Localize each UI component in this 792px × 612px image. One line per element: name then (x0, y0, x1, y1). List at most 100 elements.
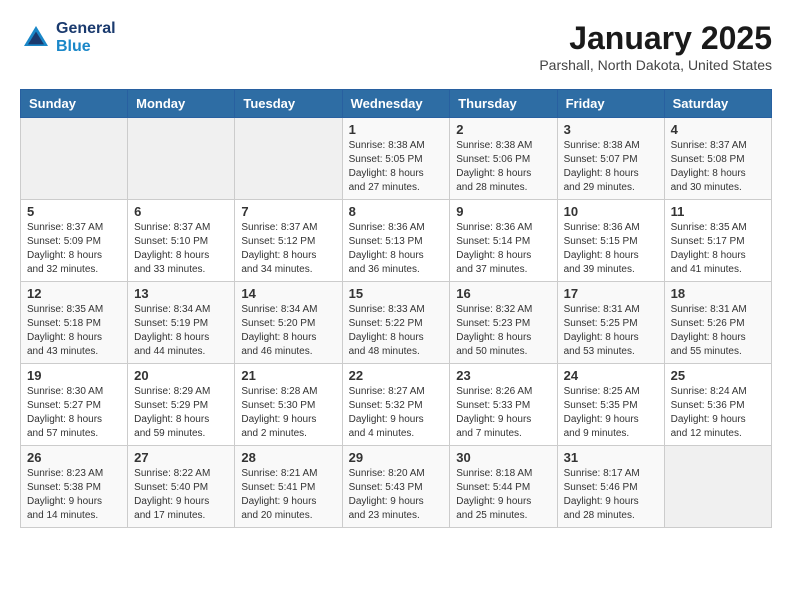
day-number: 20 (134, 368, 228, 383)
calendar-body: 1 Sunrise: 8:38 AM Sunset: 5:05 PM Daylig… (21, 118, 772, 528)
calendar-cell: 7Sunrise: 8:37 AM Sunset: 5:12 PM Daylig… (235, 200, 342, 282)
calendar-cell: 24 Sunrise: 8:25 AM Sunset: 5:35 PM Dayli… (557, 364, 664, 446)
cell-content: Sunrise: 8:37 AM Sunset: 5:08 PM Dayligh… (671, 139, 765, 195)
week-row-3: 12 Sunrise: 8:35 AM Sunset: 5:18 PM Dayli… (21, 282, 772, 364)
cell-content: Sunrise: 8:31 AM Sunset: 5:25 PM Dayligh… (564, 303, 658, 359)
page-header: General Blue January 2025 Parshall, Nort… (20, 20, 772, 73)
day-number: 4 (671, 122, 765, 137)
calendar-cell (21, 118, 128, 200)
day-number: 23 (456, 368, 550, 383)
calendar-cell: 20 Sunrise: 8:29 AM Sunset: 5:29 PM Dayli… (128, 364, 235, 446)
cell-content: Sunrise: 8:32 AM Sunset: 5:23 PM Dayligh… (456, 303, 550, 359)
day-header-tuesday: Tuesday (235, 90, 342, 118)
day-number: 3 (564, 122, 658, 137)
cell-content: Sunrise: 8:17 AM Sunset: 5:46 PM Dayligh… (564, 467, 658, 523)
calendar-cell: 22Sunrise: 8:27 AM Sunset: 5:32 PM Dayli… (342, 364, 450, 446)
cell-content: Sunrise: 8:35 AM Sunset: 5:18 PM Dayligh… (27, 303, 121, 359)
logo: General Blue (20, 20, 116, 56)
day-number: 31 (564, 450, 658, 465)
calendar-cell: 25 Sunrise: 8:24 AM Sunset: 5:36 PM Dayli… (664, 364, 771, 446)
cell-content: Sunrise: 8:34 AM Sunset: 5:20 PM Dayligh… (241, 303, 335, 359)
day-number: 2 (456, 122, 550, 137)
calendar-header: SundayMondayTuesdayWednesdayThursdayFrid… (21, 90, 772, 118)
day-number: 1 (349, 122, 444, 137)
logo-text-general: General (56, 20, 116, 38)
day-number: 15 (349, 286, 444, 301)
page-title: January 2025 (539, 20, 772, 57)
days-of-week-row: SundayMondayTuesdayWednesdayThursdayFrid… (21, 90, 772, 118)
calendar-cell: 30 Sunrise: 8:18 AM Sunset: 5:44 PM Dayli… (450, 446, 557, 528)
cell-content: Sunrise: 8:26 AM Sunset: 5:33 PM Dayligh… (456, 385, 550, 441)
calendar-cell: 19 Sunrise: 8:30 AM Sunset: 5:27 PM Dayli… (21, 364, 128, 446)
day-number: 24 (564, 368, 658, 383)
calendar-cell: 5Sunrise: 8:37 AM Sunset: 5:09 PM Daylig… (21, 200, 128, 282)
calendar-cell: 29 Sunrise: 8:20 AM Sunset: 5:43 PM Dayli… (342, 446, 450, 528)
day-number: 18 (671, 286, 765, 301)
cell-content: Sunrise: 8:21 AM Sunset: 5:41 PM Dayligh… (241, 467, 335, 523)
cell-content: Sunrise: 8:37 AM Sunset: 5:09 PM Dayligh… (27, 221, 121, 277)
cell-content: Sunrise: 8:27 AM Sunset: 5:32 PM Dayligh… (349, 385, 444, 441)
day-header-thursday: Thursday (450, 90, 557, 118)
calendar-cell: 10Sunrise: 8:36 AM Sunset: 5:15 PM Dayli… (557, 200, 664, 282)
day-number: 30 (456, 450, 550, 465)
cell-content: Sunrise: 8:18 AM Sunset: 5:44 PM Dayligh… (456, 467, 550, 523)
cell-content: Sunrise: 8:38 AM Sunset: 5:07 PM Dayligh… (564, 139, 658, 195)
logo-icon (20, 22, 52, 54)
day-number: 14 (241, 286, 335, 301)
calendar-cell: 4 Sunrise: 8:37 AM Sunset: 5:08 PM Daylig… (664, 118, 771, 200)
calendar-cell: 9 Sunrise: 8:36 AM Sunset: 5:14 PM Daylig… (450, 200, 557, 282)
cell-content: Sunrise: 8:38 AM Sunset: 5:05 PM Dayligh… (349, 139, 444, 195)
calendar-cell: 11Sunrise: 8:35 AM Sunset: 5:17 PM Dayli… (664, 200, 771, 282)
calendar-cell: 6 Sunrise: 8:37 AM Sunset: 5:10 PM Daylig… (128, 200, 235, 282)
cell-content: Sunrise: 8:24 AM Sunset: 5:36 PM Dayligh… (671, 385, 765, 441)
day-header-sunday: Sunday (21, 90, 128, 118)
cell-content: Sunrise: 8:20 AM Sunset: 5:43 PM Dayligh… (349, 467, 444, 523)
calendar-cell: 18 Sunrise: 8:31 AM Sunset: 5:26 PM Dayli… (664, 282, 771, 364)
calendar-cell: 28 Sunrise: 8:21 AM Sunset: 5:41 PM Dayli… (235, 446, 342, 528)
calendar-cell (664, 446, 771, 528)
day-header-wednesday: Wednesday (342, 90, 450, 118)
title-block: January 2025 Parshall, North Dakota, Uni… (539, 20, 772, 73)
day-number: 7 (241, 204, 335, 219)
day-number: 19 (27, 368, 121, 383)
week-row-1: 1 Sunrise: 8:38 AM Sunset: 5:05 PM Daylig… (21, 118, 772, 200)
day-number: 12 (27, 286, 121, 301)
day-number: 9 (456, 204, 550, 219)
calendar-cell: 12 Sunrise: 8:35 AM Sunset: 5:18 PM Dayli… (21, 282, 128, 364)
calendar-cell (128, 118, 235, 200)
day-number: 29 (349, 450, 444, 465)
day-number: 21 (241, 368, 335, 383)
calendar-table: SundayMondayTuesdayWednesdayThursdayFrid… (20, 89, 772, 528)
day-header-friday: Friday (557, 90, 664, 118)
day-header-saturday: Saturday (664, 90, 771, 118)
cell-content: Sunrise: 8:36 AM Sunset: 5:13 PM Dayligh… (349, 221, 444, 277)
calendar-cell: 31 Sunrise: 8:17 AM Sunset: 5:46 PM Dayli… (557, 446, 664, 528)
cell-content: Sunrise: 8:37 AM Sunset: 5:10 PM Dayligh… (134, 221, 228, 277)
day-number: 27 (134, 450, 228, 465)
cell-content: Sunrise: 8:36 AM Sunset: 5:15 PM Dayligh… (564, 221, 658, 277)
calendar-cell: 16Sunrise: 8:32 AM Sunset: 5:23 PM Dayli… (450, 282, 557, 364)
week-row-4: 19 Sunrise: 8:30 AM Sunset: 5:27 PM Dayli… (21, 364, 772, 446)
cell-content: Sunrise: 8:29 AM Sunset: 5:29 PM Dayligh… (134, 385, 228, 441)
calendar-cell: 2Sunrise: 8:38 AM Sunset: 5:06 PM Daylig… (450, 118, 557, 200)
calendar-cell: 17Sunrise: 8:31 AM Sunset: 5:25 PM Dayli… (557, 282, 664, 364)
calendar-cell: 3 Sunrise: 8:38 AM Sunset: 5:07 PM Daylig… (557, 118, 664, 200)
day-header-monday: Monday (128, 90, 235, 118)
logo-text-blue: Blue (56, 38, 116, 56)
calendar-cell: 26Sunrise: 8:23 AM Sunset: 5:38 PM Dayli… (21, 446, 128, 528)
day-number: 28 (241, 450, 335, 465)
calendar-cell: 23 Sunrise: 8:26 AM Sunset: 5:33 PM Dayli… (450, 364, 557, 446)
cell-content: Sunrise: 8:31 AM Sunset: 5:26 PM Dayligh… (671, 303, 765, 359)
day-number: 8 (349, 204, 444, 219)
cell-content: Sunrise: 8:30 AM Sunset: 5:27 PM Dayligh… (27, 385, 121, 441)
cell-content: Sunrise: 8:36 AM Sunset: 5:14 PM Dayligh… (456, 221, 550, 277)
page-subtitle: Parshall, North Dakota, United States (539, 57, 772, 73)
cell-content: Sunrise: 8:25 AM Sunset: 5:35 PM Dayligh… (564, 385, 658, 441)
cell-content: Sunrise: 8:35 AM Sunset: 5:17 PM Dayligh… (671, 221, 765, 277)
calendar-cell: 27Sunrise: 8:22 AM Sunset: 5:40 PM Dayli… (128, 446, 235, 528)
calendar-cell: 21Sunrise: 8:28 AM Sunset: 5:30 PM Dayli… (235, 364, 342, 446)
day-number: 25 (671, 368, 765, 383)
calendar-cell: 13Sunrise: 8:34 AM Sunset: 5:19 PM Dayli… (128, 282, 235, 364)
cell-content: Sunrise: 8:34 AM Sunset: 5:19 PM Dayligh… (134, 303, 228, 359)
day-number: 6 (134, 204, 228, 219)
